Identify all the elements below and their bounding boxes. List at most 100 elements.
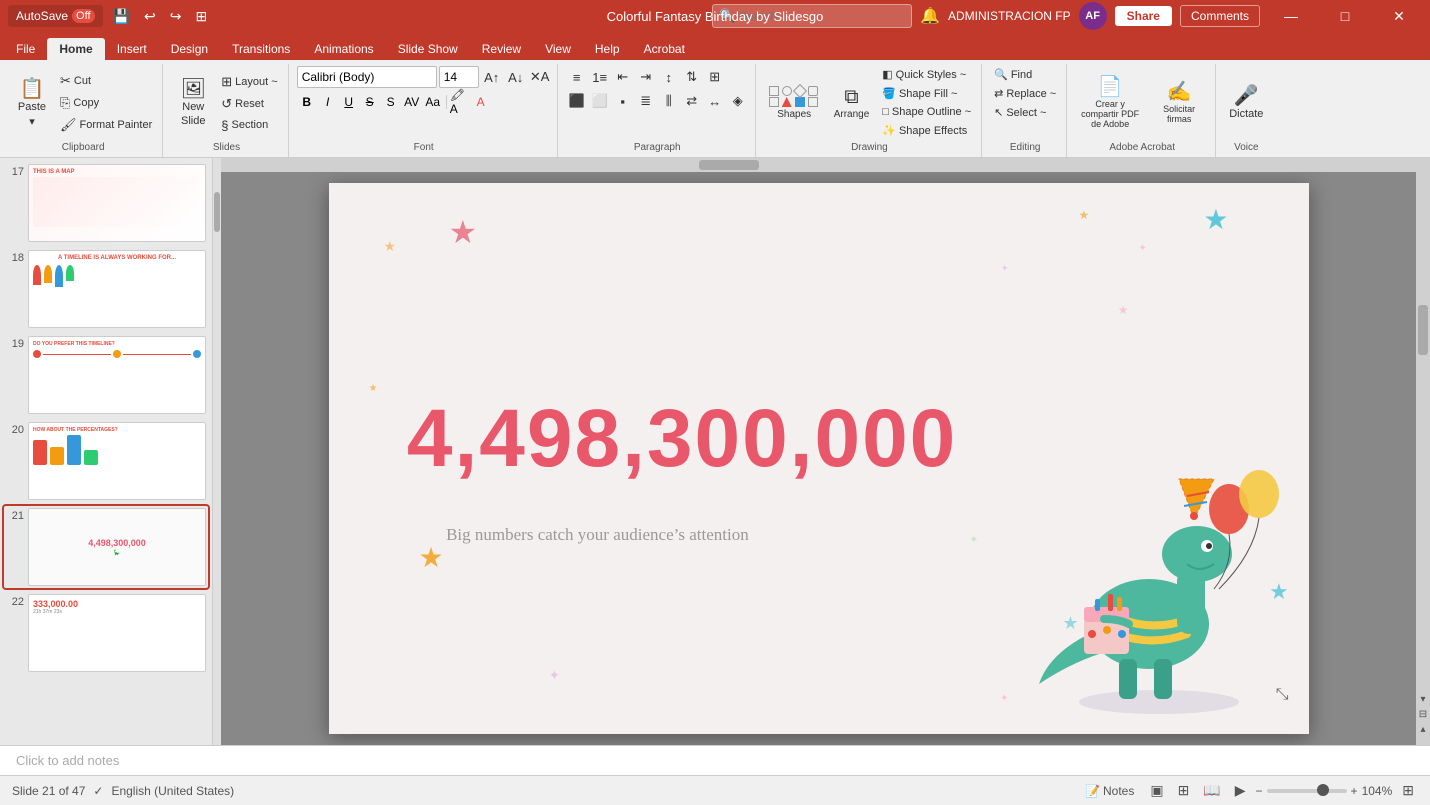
copy-button[interactable]: ⎘ Copy: [56, 93, 156, 113]
paste-button[interactable]: 📋 Paste ▾: [10, 71, 54, 135]
format-painter-button[interactable]: 🖌 Format Painter: [56, 115, 156, 135]
slide-canvas[interactable]: ★ ★ ★ ✦ ★ ★ ★ ✦ ★ ✦ ✦ ✦ ★ ✦ 4,498,300,00…: [329, 183, 1309, 734]
increase-font-btn[interactable]: A↑: [481, 66, 503, 88]
zoom-in-btn[interactable]: +: [1351, 784, 1358, 798]
tab-file[interactable]: File: [4, 38, 47, 60]
arrange-icon: ⧉: [844, 87, 858, 107]
tab-slideshow[interactable]: Slide Show: [386, 38, 470, 60]
share-button[interactable]: Share: [1115, 6, 1172, 26]
tab-insert[interactable]: Insert: [105, 38, 159, 60]
line-spacing-btn[interactable]: ↕: [658, 66, 680, 88]
arrange-button[interactable]: ⧉ Arrange: [829, 66, 875, 140]
smartart-btn[interactable]: ⊞: [704, 66, 726, 88]
create-pdf-button[interactable]: 📄 Crear y compartir PDF de Adobe: [1075, 66, 1145, 140]
underline-button[interactable]: U: [339, 92, 359, 112]
dino-illustration: ★: [1029, 424, 1289, 714]
tab-acrobat[interactable]: Acrobat: [632, 38, 697, 60]
clipboard-buttons: 📋 Paste ▾ ✂ Cut ⎘ Copy 🖌 Format Painter: [10, 66, 156, 140]
fit-window-btn[interactable]: ⊞: [1398, 780, 1418, 801]
sort-btn[interactable]: ⇅: [681, 66, 703, 88]
notes-area[interactable]: Click to add notes: [0, 745, 1430, 775]
slide-thumb-20[interactable]: 20 HOW ABOUT THE PERCENTAGES?: [4, 420, 208, 502]
align-left-btn[interactable]: ⬛: [566, 90, 588, 112]
view-reading-btn[interactable]: 📖: [1199, 780, 1224, 801]
convert-smartart-btn[interactable]: ◈: [727, 90, 749, 112]
canvas-hscroll[interactable]: [221, 158, 1416, 172]
select-button[interactable]: ↖ Select ~: [990, 104, 1060, 121]
decrease-font-btn[interactable]: A↓: [505, 66, 527, 88]
tab-help[interactable]: Help: [583, 38, 632, 60]
cols-btn[interactable]: ⫼: [658, 90, 680, 112]
text-dir-btn[interactable]: ⇄: [681, 90, 703, 112]
strikethrough-button[interactable]: S: [360, 92, 380, 112]
tab-transitions[interactable]: Transitions: [220, 38, 302, 60]
save-icon[interactable]: 💾: [109, 8, 134, 25]
justify-btn[interactable]: ≣: [635, 90, 657, 112]
slide-thumb-19[interactable]: 19 DO YOU PREFER THIS TIMELINE?: [4, 334, 208, 416]
tab-home[interactable]: Home: [47, 38, 104, 60]
layout-button[interactable]: ⊞ Layout ~: [217, 72, 281, 92]
slide-thumb-22[interactable]: 22 333,000.00 21h 37m 23s: [4, 592, 208, 674]
reset-button[interactable]: ↺ Reset: [217, 94, 281, 114]
font-size-input[interactable]: [439, 66, 479, 88]
decrease-indent-btn[interactable]: ⇤: [612, 66, 634, 88]
notes-button[interactable]: 📝 Notes: [1079, 782, 1140, 800]
scroll-up-arrow[interactable]: ▴: [1416, 724, 1430, 735]
minimize-button[interactable]: —: [1268, 0, 1314, 32]
find-button[interactable]: 🔍 Find: [990, 66, 1060, 83]
tab-animations[interactable]: Animations: [302, 38, 385, 60]
avatar[interactable]: AF: [1079, 2, 1107, 30]
tab-review[interactable]: Review: [470, 38, 533, 60]
scroll-down-arrow[interactable]: ▾: [1416, 694, 1430, 705]
autosave-toggle[interactable]: Off: [72, 9, 94, 23]
dictate-button[interactable]: 🎤 Dictate: [1224, 71, 1268, 135]
italic-button[interactable]: I: [318, 92, 338, 112]
new-slide-button[interactable]: 🖼 New Slide: [171, 71, 215, 135]
shape-fill-button[interactable]: 🪣 Shape Fill ~: [878, 85, 975, 102]
shape-effects-button[interactable]: ✨ Shape Effects: [878, 122, 975, 139]
char-spacing-btn[interactable]: AV: [402, 92, 422, 112]
slide-thumb-21[interactable]: 21 4,498,300,000 🦕: [4, 506, 208, 588]
slide-thumb-18[interactable]: 18 A TIMELINE IS ALWAYS WORKING FOR...: [4, 248, 208, 330]
change-case-btn[interactable]: Aa: [423, 92, 443, 112]
align-center-btn[interactable]: ⬜: [589, 90, 611, 112]
text-shadow-button[interactable]: S: [381, 92, 401, 112]
maximize-button[interactable]: □: [1322, 0, 1368, 32]
section-button[interactable]: § Section: [217, 116, 281, 135]
canvas-vscroll[interactable]: ▾ ⊟ ▴: [1416, 158, 1430, 745]
numbering-btn[interactable]: 1≡: [589, 66, 611, 88]
slide-thumb-17[interactable]: 17 THIS IS A MAP: [4, 162, 208, 244]
cut-button[interactable]: ✂ Cut: [56, 71, 156, 91]
bold-button[interactable]: B: [297, 92, 317, 112]
scroll-fit-arrow[interactable]: ⊟: [1416, 709, 1430, 720]
solicitar-button[interactable]: ✍ Solicitar firmas: [1149, 66, 1209, 140]
undo-icon[interactable]: ↩: [140, 8, 160, 25]
zoom-out-btn[interactable]: −: [1256, 784, 1263, 798]
quick-styles-button[interactable]: ◧ Quick Styles ~: [878, 66, 975, 83]
notification-icon[interactable]: 🔔: [920, 6, 940, 26]
view-normal-btn[interactable]: ▣: [1146, 780, 1167, 801]
align-right-btn[interactable]: ▪: [612, 90, 634, 112]
comments-button[interactable]: Comments: [1180, 5, 1260, 27]
shape-outline-button[interactable]: □ Shape Outline ~: [878, 104, 975, 120]
text-highlight-btn[interactable]: 🖍A: [450, 92, 470, 112]
close-button[interactable]: ✕: [1376, 0, 1422, 32]
view-slide-sorter-btn[interactable]: ⊞: [1174, 780, 1194, 801]
tab-view[interactable]: View: [533, 38, 583, 60]
font-name-input[interactable]: [297, 66, 437, 88]
font-color-btn[interactable]: A: [471, 92, 491, 112]
redo-icon[interactable]: ↪: [166, 8, 186, 25]
align-text-btn[interactable]: ↔: [704, 90, 726, 112]
customize-qat-icon[interactable]: ⊞: [191, 8, 211, 25]
tab-design[interactable]: Design: [159, 38, 220, 60]
view-slideshow-btn[interactable]: ▶: [1231, 780, 1250, 801]
zoom-slider[interactable]: [1267, 789, 1347, 793]
resize-indicator[interactable]: ⤡: [1276, 686, 1289, 704]
shapes-button[interactable]: Shapes: [764, 66, 825, 140]
replace-button[interactable]: ⇄ Replace ~: [990, 85, 1060, 102]
autosave-control[interactable]: AutoSave Off: [8, 5, 103, 27]
increase-indent-btn[interactable]: ⇥: [635, 66, 657, 88]
bullets-btn[interactable]: ≡: [566, 66, 588, 88]
slide-panel-scrollbar[interactable]: [213, 158, 221, 745]
clear-format-btn[interactable]: ✕A: [529, 66, 551, 88]
